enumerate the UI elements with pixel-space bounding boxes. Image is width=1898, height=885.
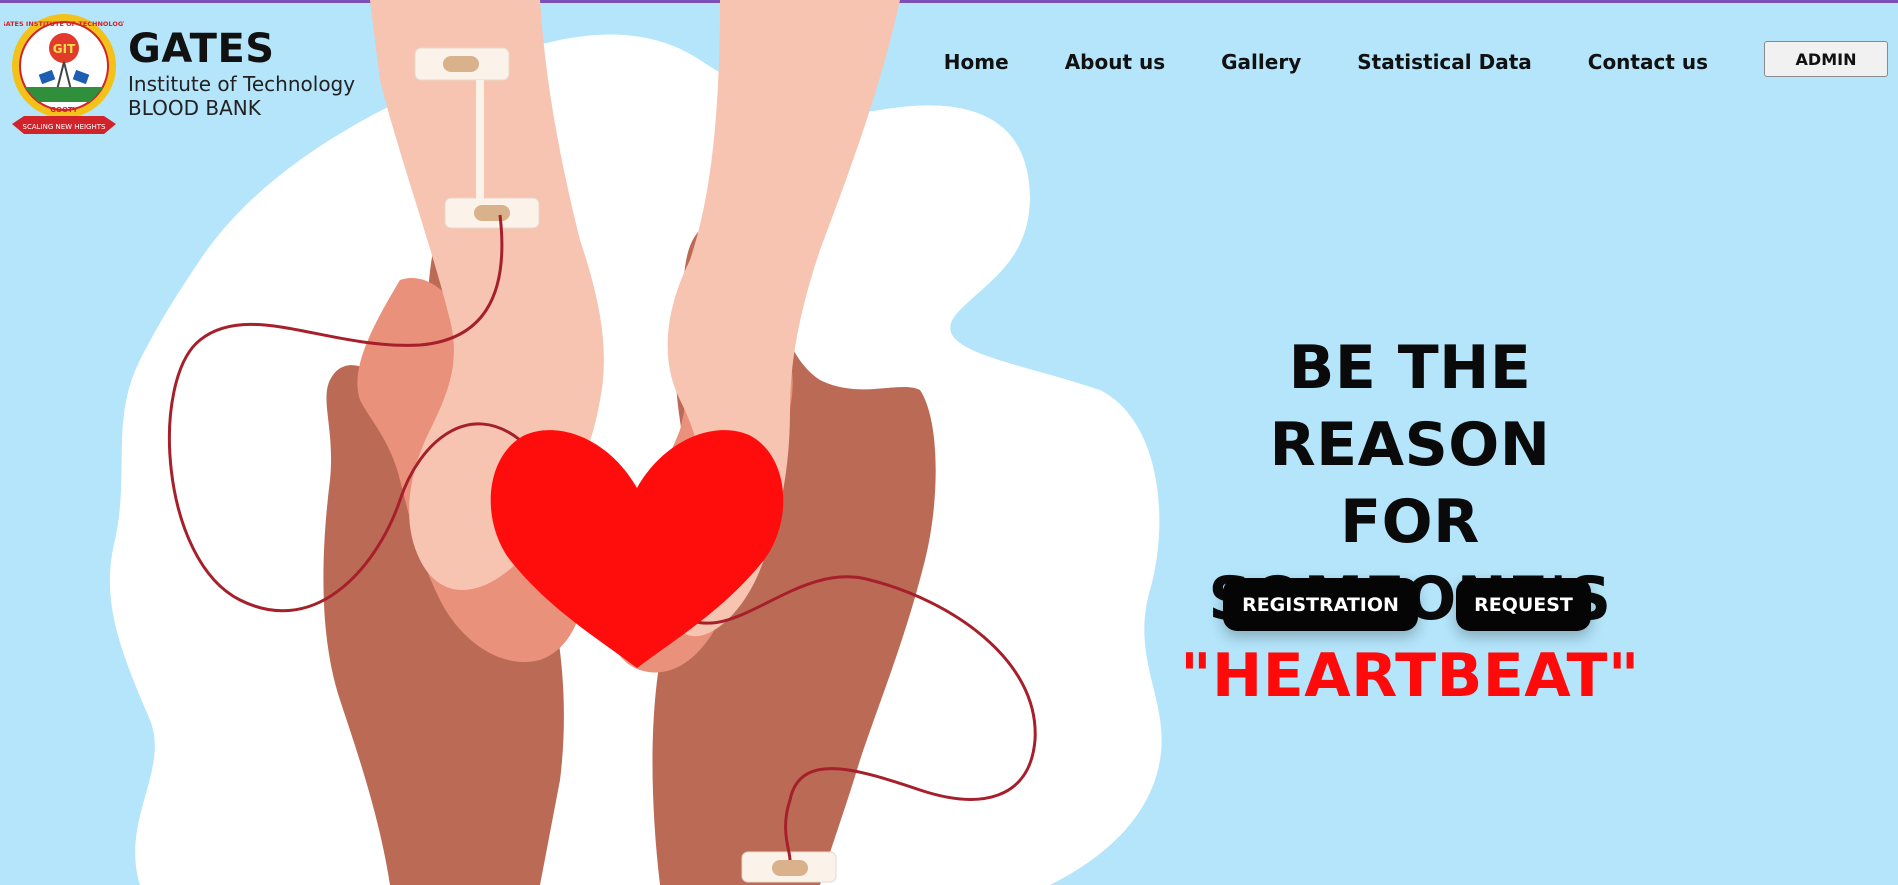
brand-text: GATES Institute of Technology BLOOD BANK bbox=[128, 26, 355, 120]
logo-ring-text: GATES INSTITUTE OF TECHNOLOGY bbox=[4, 20, 124, 28]
hero-headline: BE THE REASON FOR SOMEONE'S "HEARTBEAT" bbox=[1140, 330, 1680, 715]
nav-home[interactable]: Home bbox=[944, 50, 1009, 74]
nav-statistical-data[interactable]: Statistical Data bbox=[1357, 50, 1532, 74]
nav-gallery[interactable]: Gallery bbox=[1221, 50, 1301, 74]
nav-about-us[interactable]: About us bbox=[1065, 50, 1165, 74]
nav-contact-us[interactable]: Contact us bbox=[1588, 50, 1708, 74]
logo-place: GOOTY bbox=[50, 106, 78, 114]
admin-button[interactable]: ADMIN bbox=[1764, 41, 1888, 77]
main-nav: Home About us Gallery Statistical Data C… bbox=[944, 41, 1898, 77]
registration-button[interactable]: REGISTRATION bbox=[1223, 578, 1418, 631]
logo-abbrev: GIT bbox=[53, 42, 76, 56]
white-blob bbox=[109, 34, 1162, 885]
brand-subtitle: Institute of Technology bbox=[128, 72, 356, 96]
headline-line-1: BE THE REASON bbox=[1269, 333, 1551, 480]
headline-heartbeat: "HEARTBEAT" bbox=[1180, 641, 1640, 711]
brand[interactable]: GIT SCALING NEW HEIGHTS GOOTY GATES INST… bbox=[4, 12, 355, 138]
brand-title: GATES bbox=[128, 26, 275, 72]
logo-tagline: SCALING NEW HEIGHTS bbox=[23, 123, 106, 131]
request-button[interactable]: REQUEST bbox=[1456, 578, 1591, 631]
brand-blood-bank: BLOOD BANK bbox=[128, 96, 261, 120]
gates-logo: GIT SCALING NEW HEIGHTS GOOTY GATES INST… bbox=[4, 14, 124, 134]
